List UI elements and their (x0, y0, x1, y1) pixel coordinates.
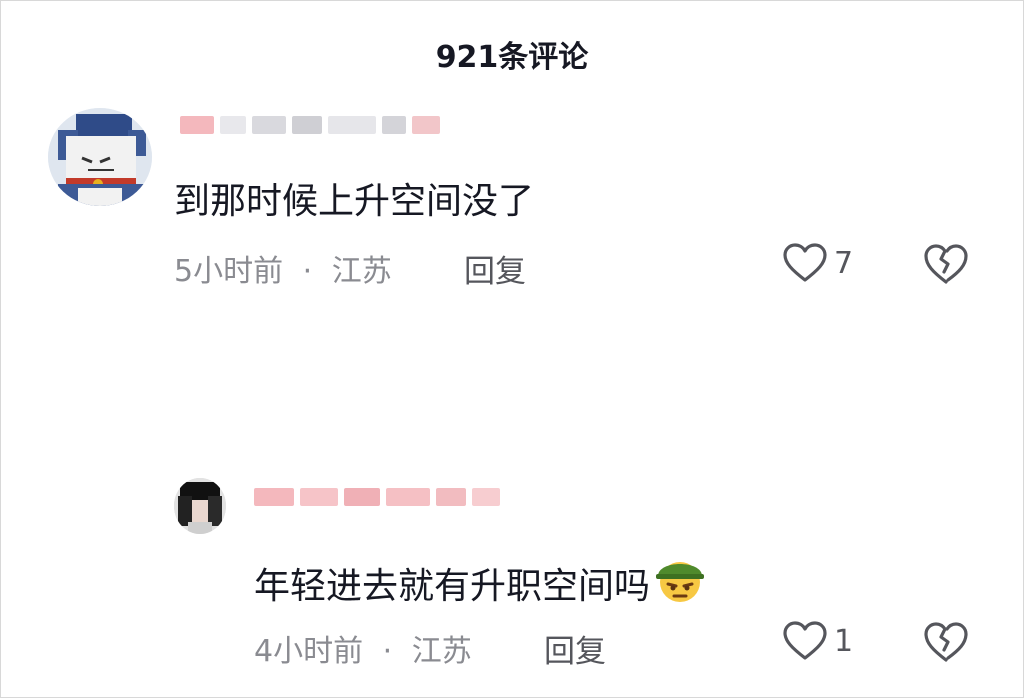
heart-outline-icon (783, 621, 827, 660)
person-avatar-icon (174, 478, 226, 534)
dislike-button[interactable] (922, 620, 970, 668)
reply-button[interactable]: 回复 (464, 246, 526, 291)
soldier-helmet-emoji (652, 552, 708, 613)
commenter-name-blurred[interactable] (180, 116, 440, 134)
dislike-button[interactable] (922, 242, 970, 290)
reply-time: 4小时前 (254, 634, 364, 669)
cartoon-cat-avatar-icon (48, 108, 152, 206)
reply-meta: 4小时前 · 江苏 (254, 626, 472, 670)
reply-button[interactable]: 回复 (544, 626, 606, 671)
like-count: 1 (834, 623, 854, 659)
comment-location: 江苏 (331, 254, 392, 289)
comment-meta: 5小时前 · 江苏 (174, 246, 392, 290)
comment-time: 5小时前 (174, 254, 284, 289)
reply-text: 年轻进去就有升职空间吗 (254, 552, 708, 613)
comment-text: 到那时候上升空间没了 (174, 181, 535, 222)
reply-text-content: 年轻进去就有升职空间吗 (254, 566, 651, 607)
replier-name-blurred[interactable] (254, 488, 500, 506)
commenter-avatar[interactable] (48, 108, 152, 206)
broken-heart-icon (924, 622, 968, 662)
like-button[interactable]: 7 (782, 242, 853, 284)
like-button[interactable]: 1 (782, 620, 853, 662)
meta-separator: · (382, 634, 393, 669)
comments-count-title: 921条评论 (435, 40, 589, 75)
meta-separator: · (302, 254, 313, 289)
broken-heart-icon (924, 244, 968, 284)
heart-outline-icon (783, 243, 827, 282)
like-count: 7 (834, 245, 854, 281)
reply-location: 江苏 (411, 634, 472, 669)
replier-avatar[interactable] (174, 478, 226, 534)
